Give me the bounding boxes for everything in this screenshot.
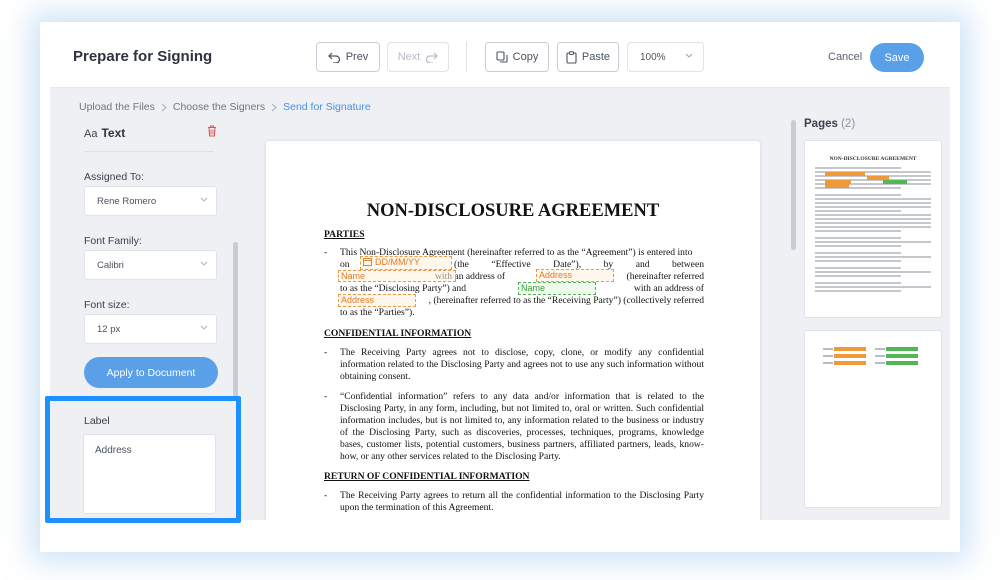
font-size-select[interactable]: 12 px: [84, 314, 217, 344]
font-family-select[interactable]: Calibri: [84, 250, 217, 280]
copy-label: Copy: [512, 51, 539, 63]
document-page: NON-DISCLOSURE AGREEMENT PARTIES - This …: [266, 141, 760, 520]
chevron-down-icon: [685, 53, 693, 58]
redo-icon: [426, 52, 439, 63]
name-field-1[interactable]: Name: [338, 270, 456, 282]
parties-line-5: , (hereinafter referred to as the “Recei…: [428, 295, 704, 306]
copy-icon: [496, 51, 508, 63]
assigned-label: Assigned To:: [84, 171, 144, 183]
page-thumbnail-2[interactable]: [804, 330, 942, 508]
thumb-field-green: [886, 347, 918, 351]
font-family-value: Calibri: [97, 260, 124, 271]
next-label: Next: [397, 51, 421, 63]
field-type-heading: Aa Text: [84, 126, 125, 140]
undo-icon: [327, 52, 340, 63]
label-section-highlight: Label Address: [45, 396, 241, 523]
pages-count: (2): [841, 118, 856, 130]
label-heading: Label: [84, 415, 110, 427]
chevron-right-icon: [271, 103, 277, 111]
parties-line-4b: with an address of: [633, 283, 704, 294]
next-button[interactable]: Next: [387, 42, 449, 72]
confidential-paragraph-1: - The Receiving Party agrees not to disc…: [324, 347, 704, 383]
field-type-label: Text: [101, 126, 126, 140]
paste-label: Paste: [581, 51, 611, 63]
thumb-field-green: [886, 361, 918, 365]
pages-title: Pages: [804, 118, 838, 130]
thumb-field-orange: [825, 172, 865, 176]
date-field-label: DD/MM/YY: [375, 257, 420, 267]
name-field-2[interactable]: Name: [518, 282, 596, 295]
pages-heading: Pages (2): [804, 118, 855, 130]
breadcrumb-signers[interactable]: Choose the Signers: [173, 101, 265, 113]
left-panel-scrollbar[interactable]: [233, 242, 238, 402]
cancel-button[interactable]: Cancel: [828, 51, 862, 63]
prev-button[interactable]: Prev: [316, 42, 380, 72]
chevron-down-icon: [200, 197, 208, 202]
confidential-paragraph-2-text: “Confidential information” refers to any…: [340, 391, 704, 463]
assigned-value: Rene Romero: [97, 196, 157, 207]
copy-button[interactable]: Copy: [485, 42, 549, 72]
confidential-paragraph-1-text: The Receiving Party agrees not to disclo…: [340, 347, 704, 383]
font-family-label: Font Family:: [84, 235, 142, 247]
zoom-value: 100%: [640, 52, 666, 63]
chevron-down-icon: [200, 261, 208, 266]
text-type-icon: Aa: [84, 128, 98, 140]
document-scrollbar[interactable]: [791, 120, 796, 250]
chevron-right-icon: [161, 103, 167, 111]
chevron-down-icon: [200, 325, 208, 330]
apply-to-document-button[interactable]: Apply to Document: [84, 357, 218, 388]
confidential-paragraph-2: - “Confidential information” refers to a…: [324, 391, 704, 463]
thumb-field-green: [883, 180, 907, 184]
prev-label: Prev: [345, 51, 369, 63]
breadcrumb: Upload the Files Choose the Signers Send…: [79, 101, 371, 113]
paste-icon: [566, 50, 577, 64]
address-field-1[interactable]: Address: [536, 269, 614, 282]
toolbar-divider: [466, 42, 467, 72]
thumb-field-orange: [834, 354, 866, 358]
parties-heading: PARTIES: [324, 229, 365, 240]
paste-button[interactable]: Paste: [557, 42, 619, 72]
address-field-2[interactable]: Address: [338, 294, 416, 307]
parties-line-6: to as the “Parties”).: [340, 307, 415, 318]
label-textarea[interactable]: Address: [83, 434, 216, 514]
return-paragraph-1: - The Receiving Party agrees to return a…: [324, 490, 704, 514]
document-title: NON-DISCLOSURE AGREEMENT: [366, 201, 660, 221]
confidential-heading: CONFIDENTIAL INFORMATION: [324, 328, 472, 339]
panel-divider: [84, 151, 214, 152]
return-paragraph-1-text: The Receiving Party agrees to return all…: [340, 490, 704, 514]
calendar-icon: [363, 258, 372, 266]
top-bar: Prepare for Signing Prev Next Copy Paste…: [50, 30, 950, 88]
breadcrumb-upload[interactable]: Upload the Files: [79, 101, 155, 113]
breadcrumb-send[interactable]: Send for Signature: [283, 101, 371, 113]
thumb-field-orange: [834, 347, 866, 351]
thumb-field-green: [886, 354, 918, 358]
save-button[interactable]: Save: [870, 43, 924, 72]
page-thumbnail-1[interactable]: NON-DISCLOSURE AGREEMENT: [804, 140, 942, 318]
date-field[interactable]: DD/MM/YY: [360, 256, 452, 270]
thumb-field-orange: [834, 361, 866, 365]
thumb-title: NON-DISCLOSURE AGREEMENT: [829, 156, 917, 162]
assigned-select[interactable]: Rene Romero: [84, 186, 217, 216]
font-size-value: 12 px: [97, 324, 121, 335]
parties-line-6-row: to as the “Parties”).: [324, 307, 704, 319]
parties-line-3b: (hereinafter referred: [626, 271, 705, 282]
return-heading: RETURN OF CONFIDENTIAL INFORMATION: [324, 471, 530, 482]
trash-icon[interactable]: [207, 125, 217, 137]
page-title: Prepare for Signing: [73, 48, 213, 65]
thumb-field-orange: [825, 184, 849, 188]
zoom-select[interactable]: 100%: [627, 42, 704, 72]
font-size-label: Font size:: [84, 299, 130, 311]
